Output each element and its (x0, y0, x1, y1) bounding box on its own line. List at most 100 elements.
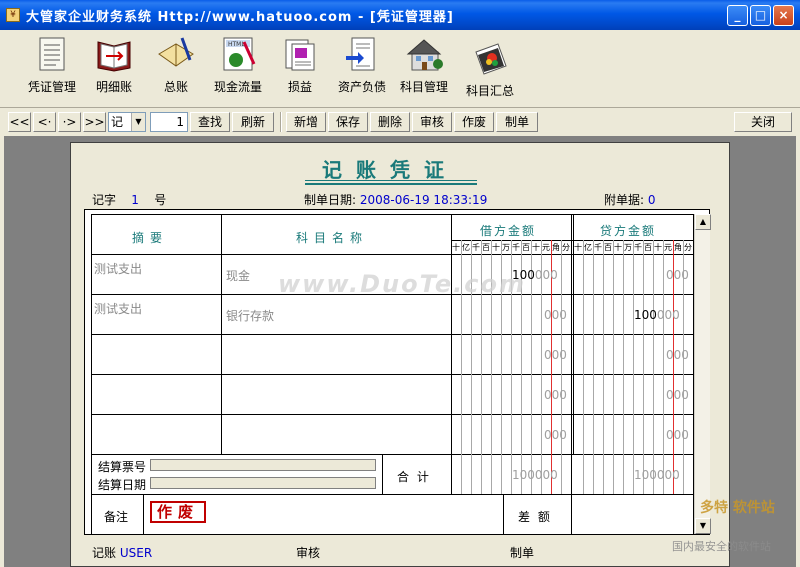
row-account[interactable]: 现金 (226, 267, 250, 284)
title-bar: ¥ 大管家企业财务系统 Http://www.hatuoo.com - [凭证管… (0, 0, 800, 30)
unit-label: 百 (604, 243, 612, 252)
grid-line (571, 454, 572, 534)
digit-column-line (623, 240, 624, 494)
attach-label: 附单据: (604, 193, 645, 207)
title-underline (305, 180, 477, 181)
row-debit-amount[interactable]: 000 (544, 388, 567, 402)
unit-label: 万 (624, 243, 632, 252)
toolbar-label: 总账 (163, 80, 188, 94)
toolbar-cashflow-button[interactable]: HTML 现金流量 (206, 34, 270, 95)
grid-line (91, 214, 693, 215)
row-credit-amount[interactable]: 000 (666, 388, 689, 402)
row-debit-amount[interactable]: 000 (544, 308, 567, 322)
amount-zeros: 000 (534, 268, 558, 282)
voucher-word: 记字 1 号 (92, 191, 166, 208)
row-credit-amount[interactable]: 100000 (634, 308, 680, 322)
voucher-number: 1 (131, 193, 139, 207)
minimize-button[interactable]: _ (727, 5, 748, 26)
maker-label: 制单 (510, 546, 535, 560)
refresh-button[interactable]: 刷新 (232, 112, 274, 132)
amount-zeros: 000 (544, 388, 567, 402)
unit-label: 万 (502, 243, 510, 252)
save-button[interactable]: 保存 (328, 112, 368, 132)
digit-column-line (633, 240, 634, 494)
voucher-number-input[interactable]: 1 (150, 112, 188, 132)
find-button[interactable]: 查找 (190, 112, 230, 132)
title-underline (305, 183, 477, 185)
general-ledger-icon (156, 34, 196, 74)
close-window-button[interactable]: × (773, 5, 794, 26)
bookkeeper: 记账 USER (92, 544, 152, 561)
word-label: 记字 (92, 193, 117, 207)
maximize-button[interactable]: □ (750, 5, 771, 26)
grid-line (451, 454, 452, 494)
add-button[interactable]: 新增 (286, 112, 326, 132)
row-summary[interactable]: 测试支出 (94, 300, 142, 317)
first-record-button[interactable]: << (8, 112, 31, 132)
voucher-type-value: 记 (111, 115, 124, 129)
next-record-button[interactable]: ·> (58, 112, 81, 132)
digit-column-line (561, 240, 562, 494)
row-debit-amount[interactable]: 000 (544, 428, 567, 442)
settle-no-label: 结算票号 (98, 460, 147, 474)
unit-label: 十 (532, 243, 540, 252)
prev-record-button[interactable]: <· (33, 112, 56, 132)
row-debit-amount[interactable]: 000 (544, 348, 567, 362)
amount-zeros: 000 (666, 268, 689, 282)
total-credit: 100000 (634, 468, 680, 482)
voucher-icon (32, 34, 72, 74)
digit-column-line (593, 240, 594, 494)
digit-column-line (613, 240, 614, 494)
window-title: 大管家企业财务系统 Http://www.hatuoo.com - [凭证管理器… (26, 9, 454, 25)
unit-label: 角 (552, 243, 560, 252)
date-value: 2008-06-19 18:33:19 (359, 193, 488, 207)
settle-date-field[interactable] (150, 477, 376, 489)
unit-label: 十 (452, 243, 460, 252)
toolbar-label: 损益 (287, 80, 312, 94)
bookkeeper-label: 记账 (92, 546, 117, 560)
row-credit-amount[interactable]: 000 (666, 268, 689, 282)
toolbar-label: 科目管理 (399, 80, 448, 94)
row-credit-amount[interactable]: 000 (666, 428, 689, 442)
chevron-down-icon[interactable]: ▼ (131, 113, 145, 131)
toolbar-detail-button[interactable]: 明细账 (82, 34, 146, 95)
close-button[interactable]: 关闭 (734, 112, 792, 132)
scroll-up-icon[interactable]: ▲ (695, 214, 711, 230)
toolbar-profit-button[interactable]: 损益 (268, 34, 332, 95)
vertical-scrollbar[interactable]: ▲ ▼ (694, 214, 711, 534)
grid-line (382, 454, 383, 494)
toolbar-summary-button[interactable]: 科目汇总 (458, 38, 522, 99)
diff-label: 差 额 (518, 510, 552, 524)
toolbar-accounts-button[interactable]: 科目管理 (392, 34, 456, 95)
toolbar-balance-button[interactable]: 资产负债 (330, 34, 394, 95)
amount-zeros: 000 (544, 348, 567, 362)
toolbar-label: 现金流量 (213, 80, 262, 94)
unit-label: 分 (562, 243, 570, 252)
audit-button[interactable]: 审核 (412, 112, 452, 132)
corner-watermark-subtitle: 国内最安全的软件站 (672, 540, 771, 553)
unit-label: 千 (634, 243, 642, 252)
profit-loss-icon (280, 34, 320, 74)
account-house-icon (404, 34, 444, 74)
delete-button[interactable]: 删除 (370, 112, 410, 132)
unit-label: 千 (512, 243, 520, 252)
void-button[interactable]: 作废 (454, 112, 494, 132)
toolbar-general-button[interactable]: 总账 (144, 34, 208, 95)
summary-cards-icon (470, 38, 510, 78)
cash-flow-icon: HTML (218, 34, 258, 74)
amount-zeros: 000 (544, 308, 567, 322)
toolbar-voucher-button[interactable]: 凭证管理 (20, 34, 84, 95)
amount-zeros: 000 (544, 428, 567, 442)
scroll-down-icon[interactable]: ▼ (695, 518, 711, 534)
row-summary[interactable]: 测试支出 (94, 260, 142, 277)
voucher-type-select[interactable]: 记 ▼ (108, 112, 146, 132)
settle-no-field[interactable] (150, 459, 376, 471)
toolbar-separator (280, 112, 282, 132)
unit-label: 十 (654, 243, 662, 252)
grid-line (91, 534, 693, 535)
create-button[interactable]: 制单 (496, 112, 538, 132)
row-account[interactable]: 银行存款 (226, 307, 274, 324)
unit-label: 十 (574, 243, 582, 252)
last-record-button[interactable]: >> (83, 112, 106, 132)
row-credit-amount[interactable]: 000 (666, 348, 689, 362)
